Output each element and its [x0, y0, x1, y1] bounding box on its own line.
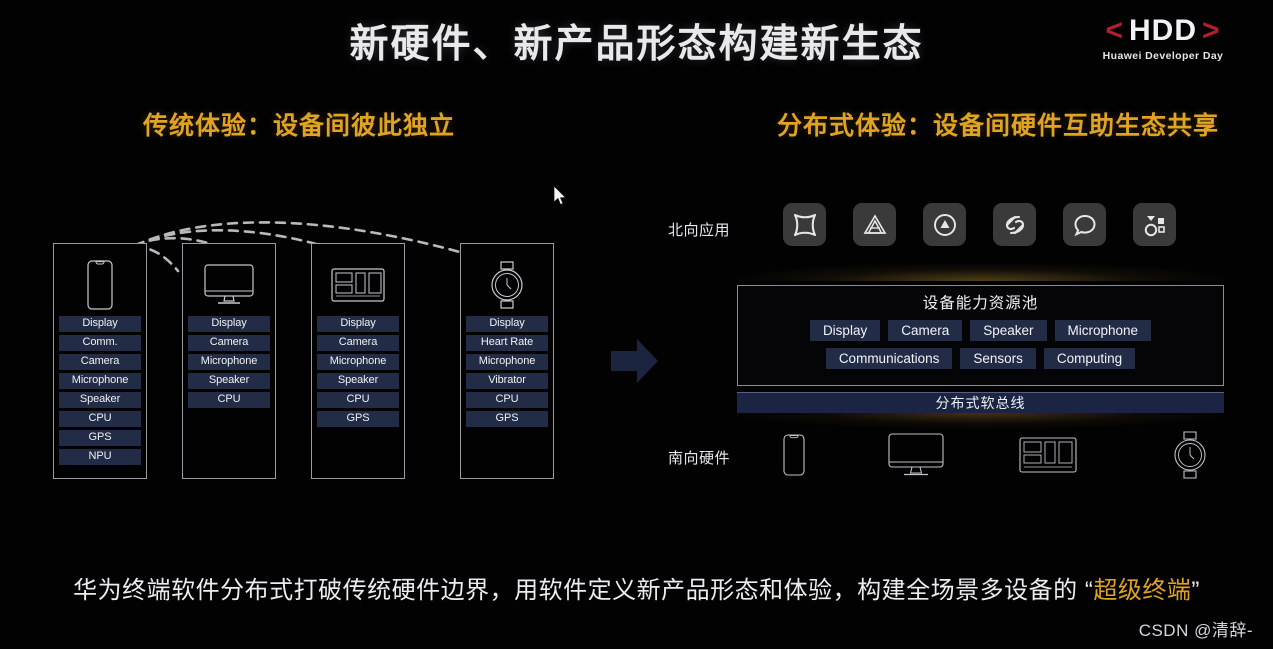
- hdd-logo: < HDD > Huawei Developer Day: [1078, 16, 1248, 63]
- capability-chip: Microphone: [188, 354, 270, 370]
- caption-text-trailing: ”: [1191, 577, 1200, 604]
- capability-chip-list: Display Camera Microphone Speaker CPU GP…: [317, 316, 399, 430]
- capability-chip: Comm.: [59, 335, 141, 351]
- pool-title: 设备能力资源池: [922, 295, 1039, 312]
- capability-chip: Display: [466, 316, 548, 332]
- capability-chip: Speaker: [317, 373, 399, 389]
- device-card[interactable]: Display Heart Rate Microphone Vibrator C…: [460, 243, 554, 479]
- pool-chip[interactable]: Sensors: [960, 348, 1036, 369]
- northbound-app-row: [783, 203, 1176, 246]
- capability-chip: Display: [188, 316, 270, 332]
- distributed-soft-bus-bar: 分布式软总线: [737, 392, 1224, 413]
- capability-chip: Display: [317, 316, 399, 332]
- capability-chip: GPS: [59, 430, 141, 446]
- pool-chip[interactable]: Display: [809, 320, 881, 341]
- watch-outline-icon: [461, 254, 553, 316]
- pool-row-primary: Display Camera Speaker Microphone: [738, 320, 1223, 341]
- capability-chip: Display: [59, 316, 141, 332]
- right-section-heading: 分布式体验：设备间硬件互助生态共享: [777, 112, 1220, 140]
- csdn-watermark: CSDN @清辞-: [1138, 621, 1253, 640]
- pool-chip[interactable]: Communications: [825, 348, 953, 369]
- monitor-outline-icon: [883, 423, 949, 487]
- capability-chip: NPU: [59, 449, 141, 465]
- device-card[interactable]: Display Comm. Camera Microphone Speaker …: [53, 243, 147, 479]
- mouse-cursor: [553, 185, 567, 205]
- capability-chip: GPS: [317, 411, 399, 427]
- capability-chip: CPU: [317, 392, 399, 408]
- watch-outline-icon: [1165, 423, 1215, 487]
- speech-bubble-app-icon[interactable]: [1063, 203, 1106, 246]
- capability-chip: CPU: [188, 392, 270, 408]
- capability-chip: Speaker: [59, 392, 141, 408]
- device-card[interactable]: Display Camera Microphone Speaker CPU: [182, 243, 276, 479]
- device-card[interactable]: Display Camera Microphone Speaker CPU GP…: [311, 243, 405, 479]
- capability-chip: Microphone: [317, 354, 399, 370]
- capability-chip: Camera: [59, 354, 141, 370]
- logo-wordmark: < HDD >: [1078, 16, 1248, 46]
- s-knot-app-icon[interactable]: [993, 203, 1036, 246]
- capability-chip: Microphone: [466, 354, 548, 370]
- capability-chip: Heart Rate: [466, 335, 548, 351]
- phone-outline-icon: [771, 423, 817, 487]
- traditional-experience-panel: Display Comm. Camera Microphone Speaker …: [0, 175, 600, 505]
- caption-highlight: 超级终端: [1093, 577, 1192, 604]
- pool-chip[interactable]: Computing: [1043, 348, 1136, 369]
- capability-chip: GPS: [466, 411, 548, 427]
- capability-chip: Camera: [188, 335, 270, 351]
- distributed-experience-panel: 北向应用 设备能力资源池 Display Camera Speaker Micr…: [655, 185, 1255, 505]
- capability-chip: Microphone: [59, 373, 141, 389]
- pool-row-secondary: Communications Sensors Computing: [738, 348, 1223, 369]
- southbound-hardware-label: 南向硬件: [668, 450, 731, 467]
- capability-chip: Vibrator: [466, 373, 548, 389]
- pool-chip[interactable]: Camera: [888, 320, 963, 341]
- caption-text-leading: 华为终端软件分布式打破传统硬件边界，用软件定义新产品形态和体验，构建全场景多设备…: [73, 577, 1094, 604]
- northbound-glow: [737, 263, 1224, 281]
- car-dashboard-outline-icon: [1015, 423, 1081, 487]
- presentation-slide: 新硬件、新产品形态构建新生态 < HDD > Huawei Developer Da…: [0, 0, 1273, 649]
- logo-text: HDD: [1129, 14, 1197, 47]
- triangle-knot-app-icon[interactable]: [853, 203, 896, 246]
- capability-chip: Camera: [317, 335, 399, 351]
- circle-triangle-app-icon[interactable]: [923, 203, 966, 246]
- slide-caption: 华为终端软件分布式打破传统硬件边界，用软件定义新产品形态和体验，构建全场景多设备…: [0, 570, 1273, 605]
- phone-outline-icon: [54, 254, 146, 316]
- logo-bracket-right-icon: >: [1202, 14, 1221, 47]
- logo-subtitle: Huawei Developer Day: [1102, 50, 1224, 62]
- southbound-hardware-row: [765, 423, 1225, 487]
- capability-chip-list: Display Camera Microphone Speaker CPU: [188, 316, 270, 411]
- shapes-app-icon[interactable]: [1133, 203, 1176, 246]
- northbound-apps-label: 北向应用: [668, 222, 731, 239]
- capability-chip-list: Display Comm. Camera Microphone Speaker …: [59, 316, 141, 468]
- pool-chip[interactable]: Speaker: [970, 320, 1047, 341]
- device-capability-pool: 设备能力资源池 Display Camera Speaker Microphon…: [737, 285, 1224, 386]
- logo-bracket-left-icon: <: [1105, 14, 1124, 47]
- left-section-heading: 传统体验：设备间彼此独立: [143, 112, 456, 140]
- capability-chip-list: Display Heart Rate Microphone Vibrator C…: [466, 316, 548, 430]
- capability-chip: CPU: [59, 411, 141, 427]
- monitor-outline-icon: [183, 254, 275, 316]
- concave-square-app-icon[interactable]: [783, 203, 826, 246]
- car-dashboard-outline-icon: [312, 254, 404, 316]
- capability-chip: CPU: [466, 392, 548, 408]
- pool-chip[interactable]: Microphone: [1054, 320, 1152, 341]
- capability-chip: Speaker: [188, 373, 270, 389]
- transition-arrow-icon: [611, 339, 658, 383]
